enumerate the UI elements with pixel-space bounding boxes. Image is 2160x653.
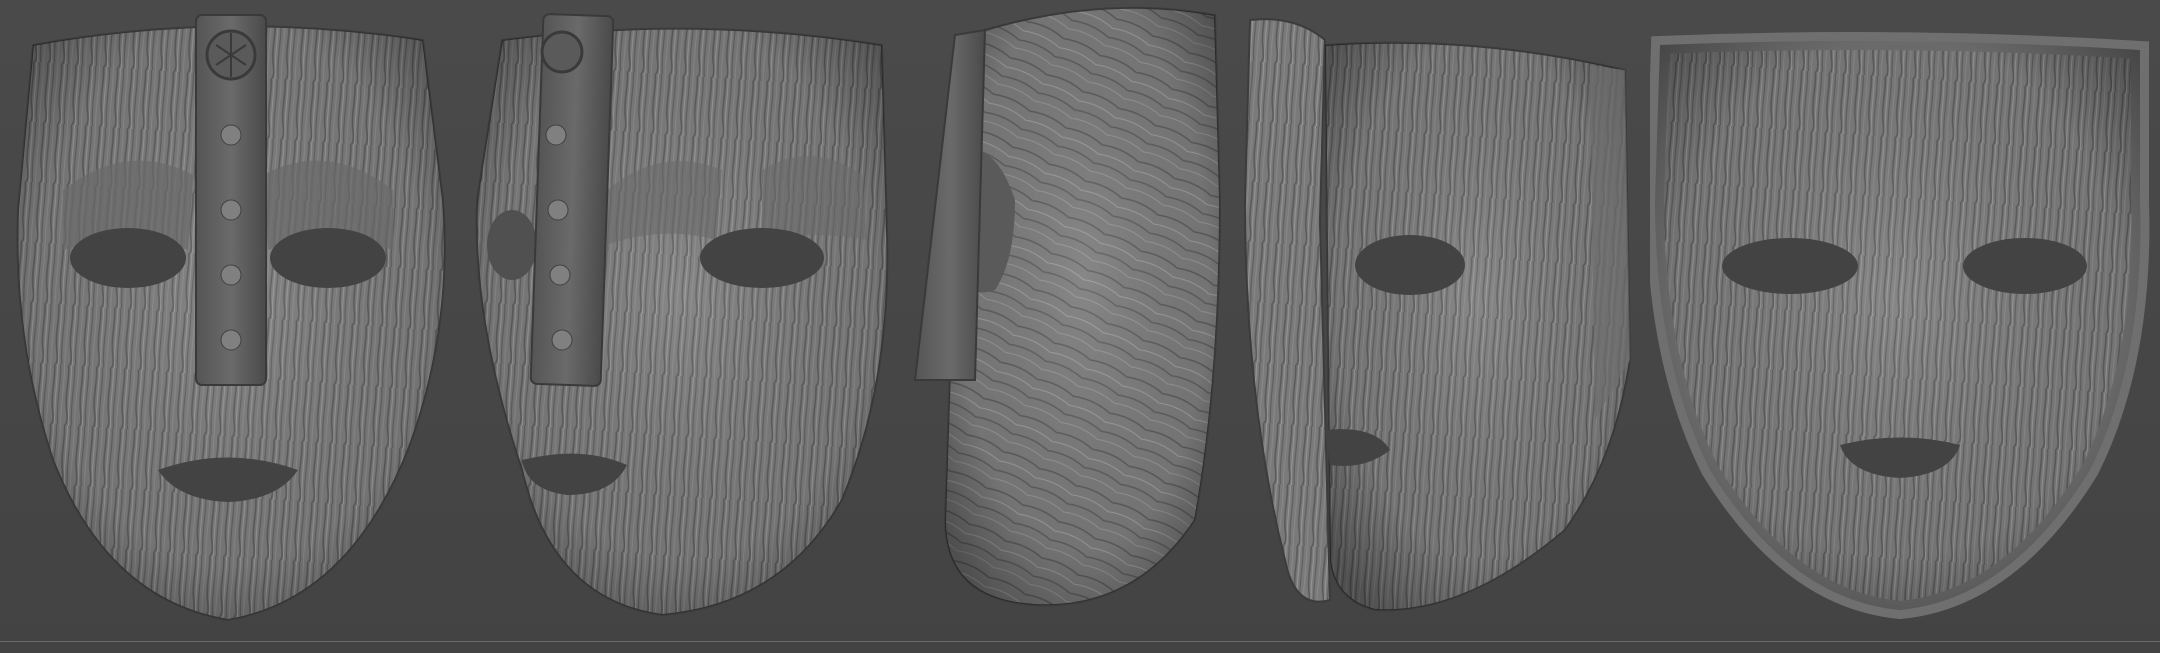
mask-front-view xyxy=(8,0,448,640)
wooden-mask-three-quarter-icon xyxy=(475,13,889,617)
wooden-mask-front-icon xyxy=(16,14,446,622)
zbrush-viewport[interactable] xyxy=(0,0,2160,653)
wooden-mask-back-icon xyxy=(1650,32,2150,620)
mask-side-view xyxy=(905,0,1225,640)
viewport-floor-line xyxy=(0,641,2160,642)
wooden-mask-back-angle-icon xyxy=(1243,18,1632,612)
mask-three-quarter-view xyxy=(462,0,892,640)
mask-back-view xyxy=(1650,0,2150,640)
wooden-mask-profile-icon xyxy=(913,6,1222,607)
mask-rear-three-quarter-view xyxy=(1235,0,1635,640)
